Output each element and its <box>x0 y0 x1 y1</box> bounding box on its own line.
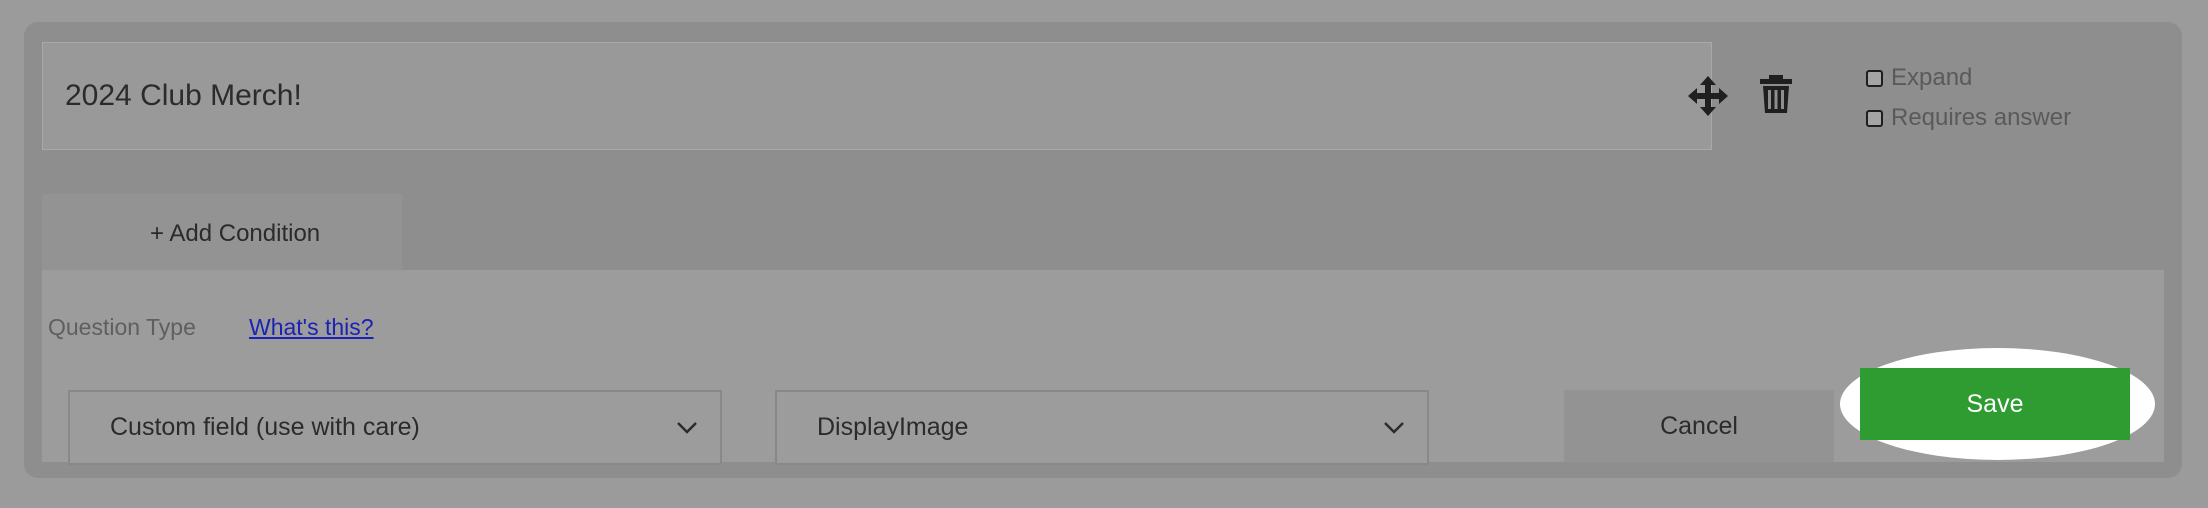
question-type-label: Question Type <box>48 314 196 340</box>
chevron-down-icon <box>677 421 697 434</box>
save-button[interactable]: Save <box>1860 368 2130 440</box>
field-select-value: DisplayImage <box>817 413 969 441</box>
trash-icon[interactable] <box>1754 72 1798 116</box>
field-select[interactable]: DisplayImage <box>775 390 1429 465</box>
add-condition-button[interactable]: + Add Condition <box>150 220 320 248</box>
question-type-value: Custom field (use with care) <box>110 413 420 441</box>
expand-option: Expand <box>1866 64 1972 92</box>
question-title-text: 2024 Club Merch! <box>65 79 302 112</box>
question-type-select[interactable]: Custom field (use with care) <box>68 390 722 465</box>
chevron-down-icon <box>1384 421 1404 434</box>
move-arrows-icon[interactable] <box>1686 74 1730 118</box>
question-title-field[interactable]: 2024 Club Merch! <box>42 42 1712 150</box>
expand-label: Expand <box>1891 64 1973 91</box>
whats-this-link[interactable]: What's this? <box>249 314 374 341</box>
expand-checkbox[interactable] <box>1866 69 1883 87</box>
cancel-button[interactable]: Cancel <box>1564 390 1834 462</box>
question-type-section: Question Type What's this? Custom field … <box>42 270 2164 465</box>
requires-answer-checkbox[interactable] <box>1866 109 1883 127</box>
requires-answer-option: Requires answer <box>1866 104 2071 132</box>
requires-answer-label: Requires answer <box>1891 104 2072 131</box>
